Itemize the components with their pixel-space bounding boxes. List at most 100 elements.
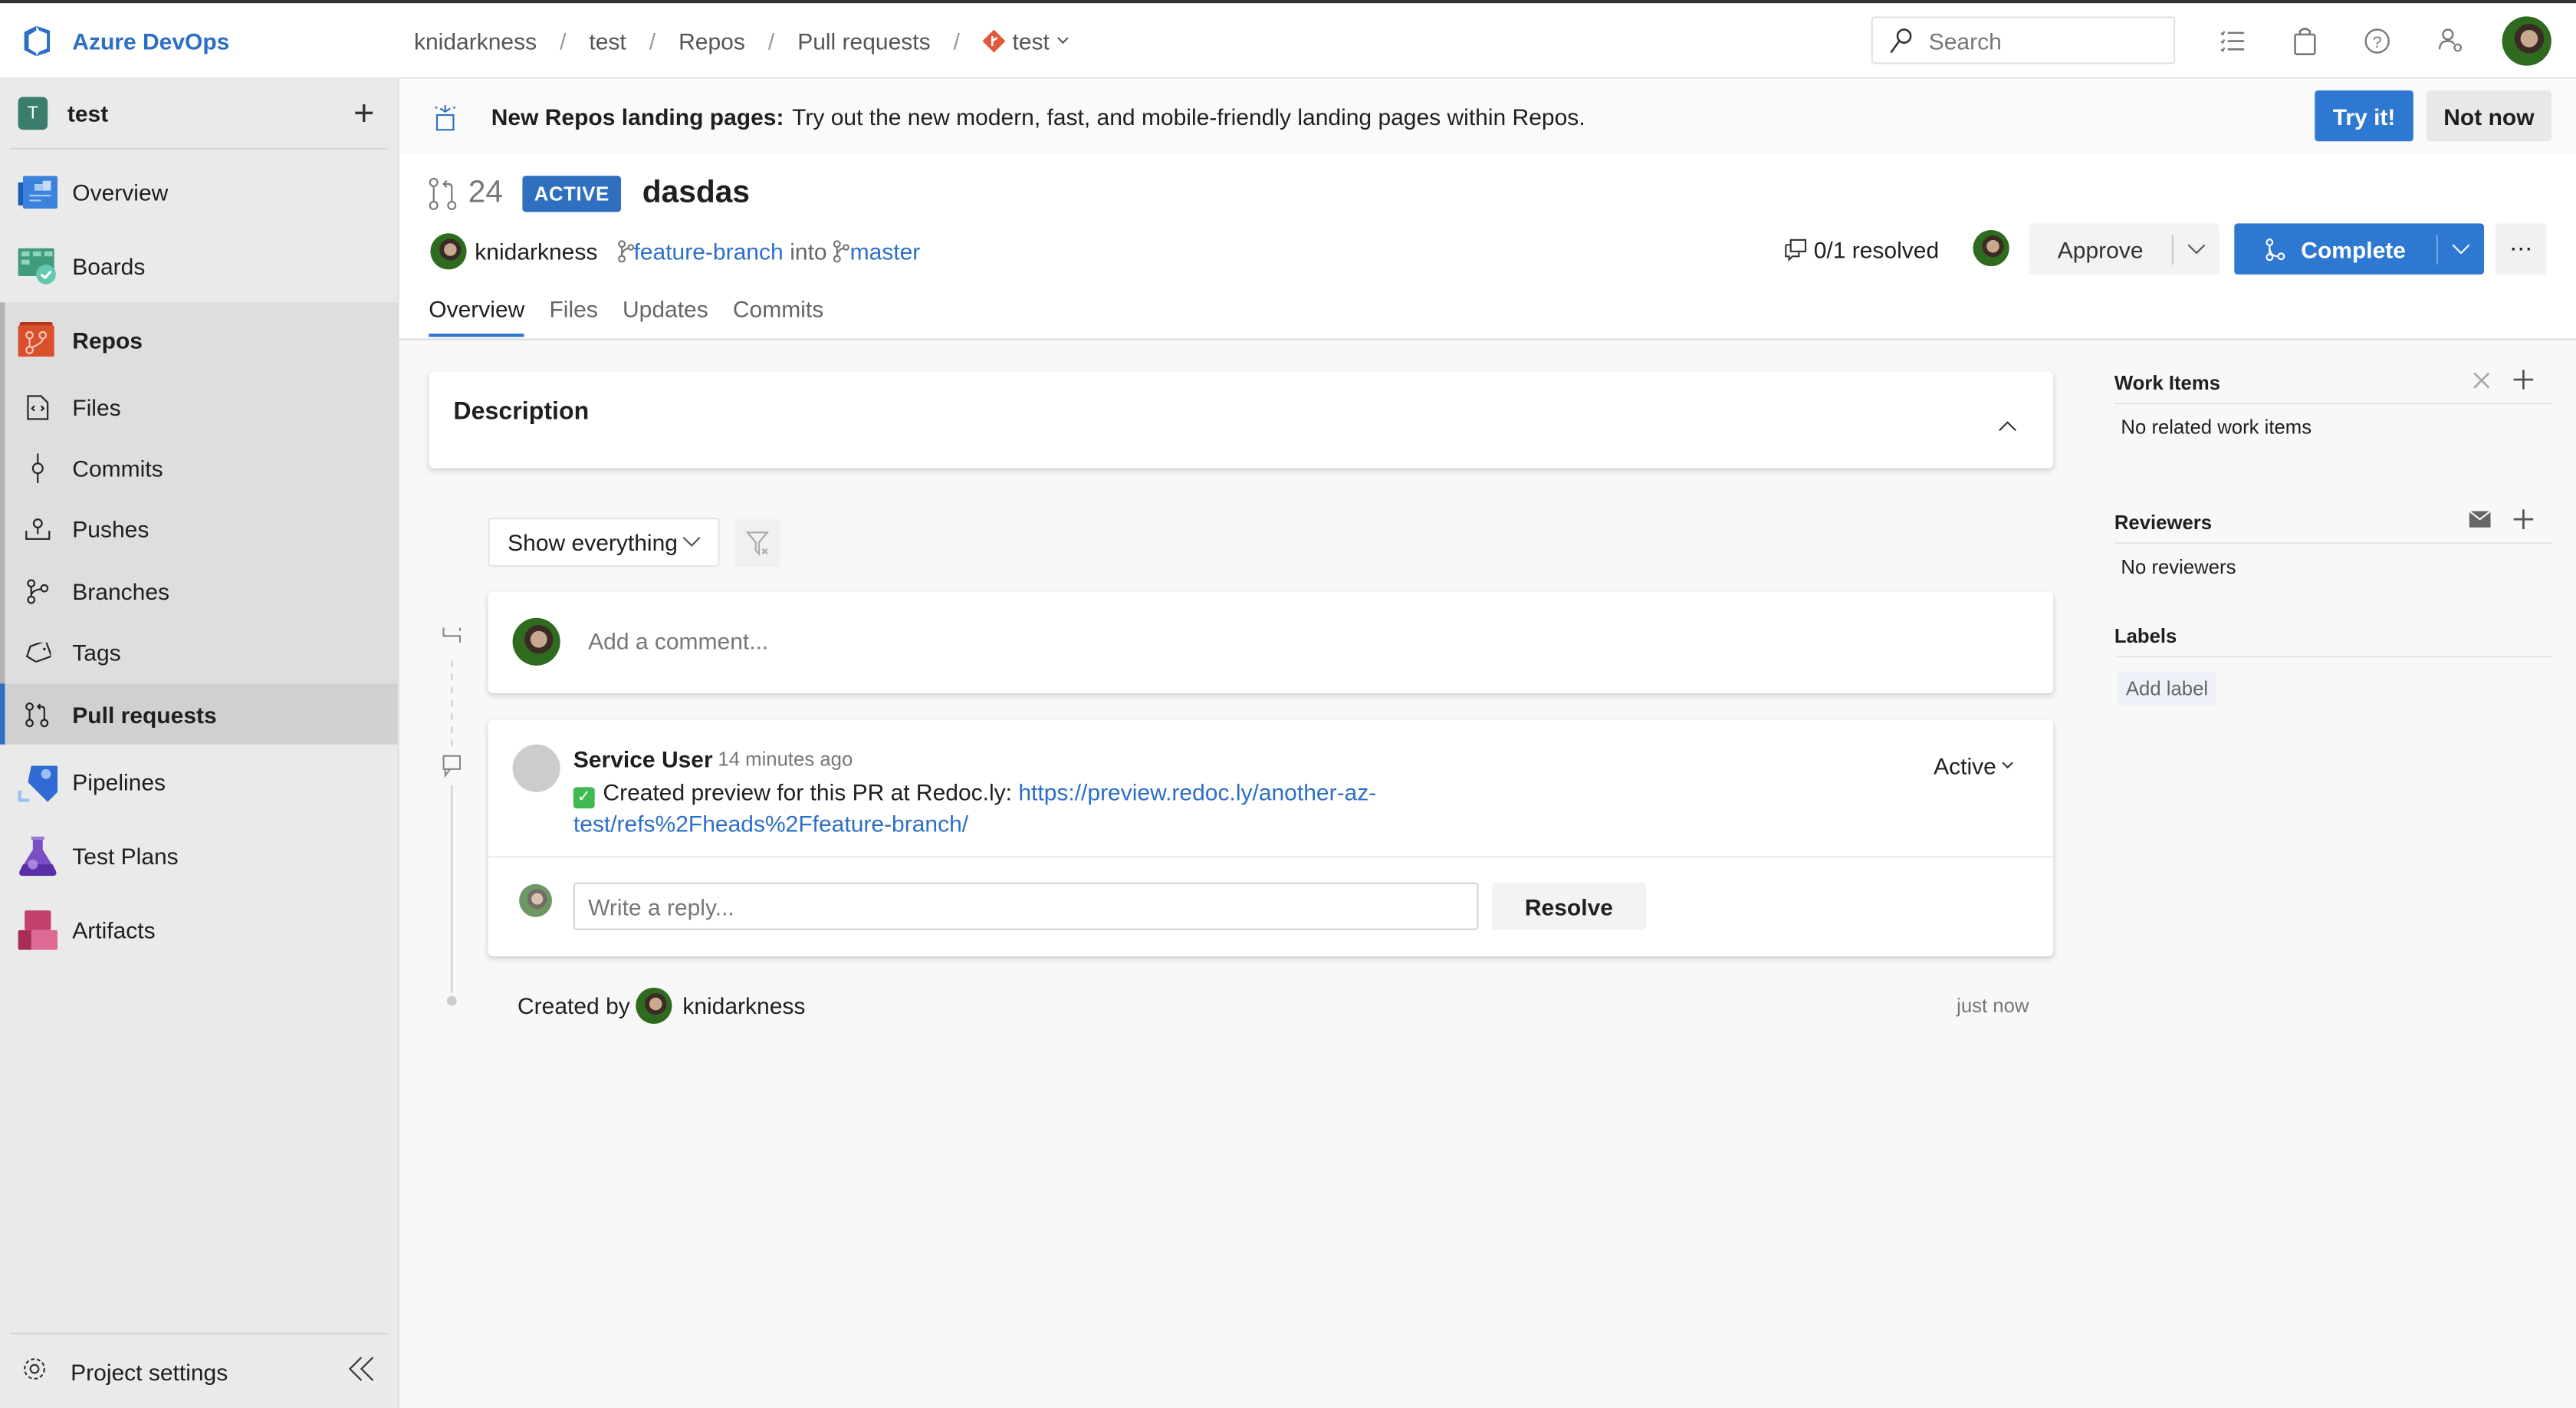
comment-author: Service User <box>573 745 713 773</box>
logo[interactable]: Azure DevOps <box>20 22 398 58</box>
reply-input[interactable] <box>573 882 1479 930</box>
pull-request-header: 24 ACTIVE dasdas knidarkness feature-bra… <box>399 154 2576 340</box>
reviewer-avatar[interactable] <box>1973 230 2009 267</box>
add-label-button[interactable]: Add label <box>2118 672 2216 706</box>
try-it-button[interactable]: Try it! <box>2315 90 2413 142</box>
pr-meta: knidarkness feature-branch into master <box>430 233 920 270</box>
help-icon[interactable]: ? <box>2362 26 2392 56</box>
complete-button[interactable]: Complete <box>2234 223 2485 275</box>
work-items-actions <box>2472 370 2534 390</box>
project-badge: T <box>18 97 48 130</box>
reviewers-actions <box>2469 509 2534 530</box>
sidebar-item-pull-requests[interactable]: Pull requests <box>0 683 398 745</box>
comment-icon <box>442 755 462 770</box>
clear-filter-button[interactable] <box>734 519 780 567</box>
add-icon[interactable] <box>2513 509 2534 530</box>
add-icon[interactable] <box>2513 370 2534 390</box>
timeline <box>442 627 462 1006</box>
breadcrumb-repos[interactable]: Repos <box>678 27 745 53</box>
pr-title: dasdas <box>642 176 751 211</box>
breadcrumb-repo-selector[interactable]: test <box>982 27 1070 54</box>
sidebar-item-overview[interactable]: Overview <box>0 154 398 228</box>
approve-options-chevron-down-icon[interactable] <box>2174 242 2220 255</box>
test-plans-icon <box>18 836 58 876</box>
breadcrumb-pull-requests[interactable]: Pull requests <box>797 27 930 53</box>
sidebar-item-commits[interactable]: Commits <box>5 438 397 499</box>
boards-icon <box>18 245 58 285</box>
search-icon <box>1890 28 1912 53</box>
source-branch[interactable]: feature-branch <box>617 239 784 265</box>
sidebar-item-label: Pull requests <box>72 701 217 728</box>
approve-button[interactable]: Approve <box>2029 223 2220 275</box>
files-icon <box>18 387 58 426</box>
divider <box>488 856 2054 858</box>
user-avatar[interactable] <box>2502 16 2551 66</box>
target-branch[interactable]: master <box>833 239 920 265</box>
sidebar-item-artifacts[interactable]: Artifacts <box>0 893 398 966</box>
timeline-dot <box>446 995 457 1006</box>
comments-resolved: 0/1 resolved <box>1784 237 1939 263</box>
breadcrumb-project[interactable]: test <box>589 27 626 53</box>
sidebar-item-repos[interactable]: Repos <box>5 302 397 376</box>
project-name[interactable]: test <box>67 100 353 127</box>
sidebar-item-pushes[interactable]: Pushes <box>5 499 397 561</box>
breadcrumb-org[interactable]: knidarkness <box>414 27 537 53</box>
tab-updates[interactable]: Updates <box>623 296 708 337</box>
add-comment-input[interactable] <box>584 626 1906 656</box>
current-user-avatar <box>512 617 560 666</box>
service-user-avatar <box>512 744 560 792</box>
creator-name[interactable]: knidarkness <box>682 992 805 1018</box>
activity-filter-dropdown[interactable]: Show everything <box>488 518 720 567</box>
sidebar-item-label: Repos <box>72 326 143 353</box>
branches-icon <box>18 571 58 610</box>
more-actions-button[interactable]: ⋯ <box>2496 223 2547 275</box>
sidebar-item-label: Boards <box>72 252 146 279</box>
breadcrumb-separator: / <box>649 27 656 54</box>
collapse-sidebar-icon[interactable] <box>348 1356 374 1387</box>
new-comment-icon <box>442 627 462 643</box>
sidebar-item-branches[interactable]: Branches <box>5 561 397 622</box>
status-badge: ACTIVE <box>522 176 621 212</box>
project-settings[interactable]: Project settings <box>0 1334 398 1408</box>
reply-avatar <box>519 883 553 917</box>
resolve-button[interactable]: Resolve <box>1491 882 1647 930</box>
complete-options-chevron-down-icon[interactable] <box>2438 242 2484 255</box>
divider <box>9 147 388 150</box>
collapse-chevron-up-icon[interactable] <box>1998 411 2018 441</box>
sidebar-item-boards[interactable]: Boards <box>0 229 398 302</box>
sidebar-item-label: Branches <box>72 577 170 605</box>
sidebar-item-files[interactable]: Files <box>5 377 397 438</box>
close-icon[interactable] <box>2472 370 2491 389</box>
tab-overview[interactable]: Overview <box>429 296 525 337</box>
author-avatar[interactable] <box>430 233 467 270</box>
work-items-section: Work Items No related work items <box>2114 370 2554 439</box>
task-list-icon[interactable] <box>2218 26 2248 56</box>
commits-icon <box>18 449 58 488</box>
add-icon[interactable]: + <box>353 94 375 131</box>
project-header: T test + <box>0 79 398 148</box>
pr-author[interactable]: knidarkness <box>475 239 597 265</box>
search-input[interactable] <box>1925 25 2163 55</box>
breadcrumb-separator: / <box>560 27 567 54</box>
not-now-button[interactable]: Not now <box>2426 90 2551 142</box>
azure-devops-logo-icon <box>24 25 51 56</box>
artifacts-icon <box>18 910 58 950</box>
sidebar-item-tags[interactable]: Tags <box>5 622 397 683</box>
into-text: into <box>790 238 827 265</box>
sidebar-item-label: Tags <box>72 640 121 666</box>
shopping-bag-icon[interactable] <box>2290 26 2320 56</box>
sidebar-item-pipelines[interactable]: Pipelines <box>0 745 398 818</box>
thread-status-dropdown[interactable]: Active <box>1934 752 2014 779</box>
mail-icon[interactable] <box>2469 511 2491 528</box>
filter-value: Show everything <box>508 529 678 556</box>
search-box[interactable] <box>1871 16 2176 64</box>
user-settings-icon[interactable] <box>2436 26 2466 56</box>
tab-commits[interactable]: Commits <box>733 296 823 337</box>
project-settings-label: Project settings <box>71 1358 228 1385</box>
sidebar-item-test-plans[interactable]: Test Plans <box>0 819 398 893</box>
breadcrumb: knidarkness / test / Repos / Pull reques… <box>414 27 1070 54</box>
tab-files[interactable]: Files <box>549 296 597 337</box>
comments-icon <box>1785 239 1807 262</box>
pr-title-row: 24 ACTIVE dasdas <box>429 176 750 212</box>
pipelines-icon <box>18 762 58 802</box>
